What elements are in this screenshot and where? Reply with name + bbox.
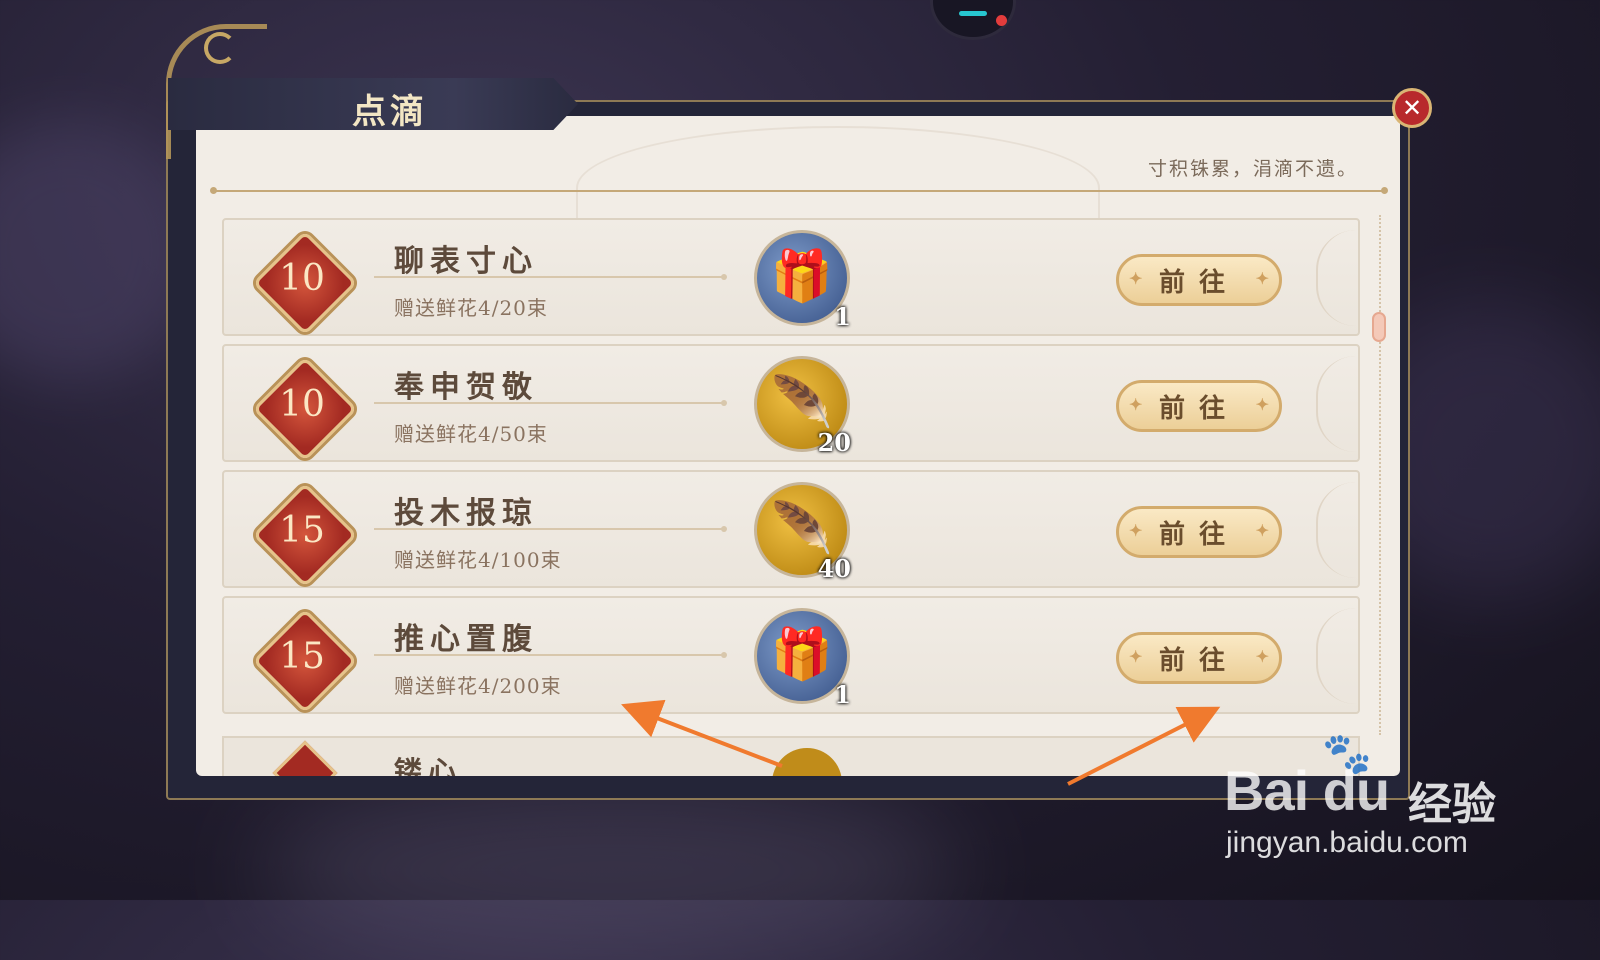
task-row-partial: 镂心... — [222, 736, 1360, 776]
points-badge: 10 — [252, 356, 358, 462]
row-divider — [374, 652, 727, 658]
task-row: 10 聊表寸心 赠送鲜花4/20束 🎁 1 前往 — [222, 218, 1360, 336]
reward-quantity: 20 — [817, 428, 851, 457]
reward-item[interactable]: 🪶 40 — [754, 482, 851, 583]
task-progress: 赠送鲜花4/200束 — [394, 674, 562, 698]
gold-feather-icon: 🪶 — [770, 499, 834, 557]
indicator-dash — [959, 11, 987, 16]
paw-icon: 🐾 — [1322, 731, 1372, 777]
go-button[interactable]: 前往 — [1116, 506, 1282, 558]
task-row: 10 奉申贺敬 赠送鲜花4/50束 🪶 20 前往 — [222, 344, 1360, 462]
row-ornament — [1316, 482, 1358, 578]
flower-bag-icon: 🎁 — [770, 625, 834, 683]
header-divider — [210, 187, 1388, 194]
row-divider — [374, 274, 727, 280]
flower-bag-icon: 🎁 — [770, 247, 834, 305]
task-progress: 赠送鲜花4/100束 — [394, 548, 562, 572]
row-ornament — [1316, 608, 1358, 704]
go-button[interactable]: 前往 — [1116, 380, 1282, 432]
reward-quantity: 1 — [834, 680, 851, 709]
badge-points: 15 — [279, 636, 325, 677]
task-row: 15 投木报琼 赠送鲜花4/100束 🪶 40 前往 — [222, 470, 1360, 588]
task-progress: 赠送鲜花4/20束 — [394, 296, 548, 320]
points-badge: 10 — [252, 230, 358, 336]
row-ornament — [1316, 230, 1358, 326]
task-name: 奉申贺敬 — [394, 370, 538, 405]
reward-item[interactable]: 🪶 20 — [754, 356, 851, 457]
notification-dot — [996, 15, 1007, 26]
row-divider — [374, 526, 727, 532]
reward-item[interactable]: 🎁 1 — [754, 230, 851, 331]
badge-points: 10 — [279, 258, 325, 299]
task-name: 推心置腹 — [394, 622, 538, 657]
task-progress: 赠送鲜花4/50束 — [394, 422, 548, 446]
background-blur — [260, 780, 960, 960]
close-icon: ✕ — [1401, 94, 1423, 122]
task-name: 镂心... — [394, 755, 510, 776]
scrollbar-thumb[interactable] — [1372, 312, 1386, 342]
watermark-url: jingyan.baidu.com — [1226, 826, 1468, 859]
points-badge: 15 — [252, 608, 358, 714]
watermark-suffix: 经验 — [1408, 779, 1496, 830]
task-row: 15 推心置腹 赠送鲜花4/200束 🎁 1 前往 — [222, 596, 1360, 714]
close-button[interactable]: ✕ — [1392, 88, 1432, 128]
gold-feather-icon — [772, 748, 842, 776]
badge-points: 15 — [279, 510, 325, 551]
reward-quantity: 40 — [817, 554, 851, 583]
scrollbar-track[interactable] — [1379, 215, 1383, 735]
go-button[interactable]: 前往 — [1116, 254, 1282, 306]
go-button[interactable]: 前往 — [1116, 632, 1282, 684]
task-name: 聊表寸心 — [394, 244, 538, 279]
moon-ornament-icon — [204, 32, 236, 64]
top-indicator — [930, 0, 1016, 40]
reward-item[interactable]: 🎁 1 — [754, 608, 851, 709]
row-ornament — [1316, 356, 1358, 452]
dialog-title: 点滴 — [352, 92, 428, 132]
badge-points: 10 — [279, 384, 325, 425]
gold-feather-icon: 🪶 — [770, 373, 834, 431]
task-name: 投木报琼 — [394, 496, 538, 531]
dialog-quote: 寸积铢累，涓滴不遗。 — [1148, 158, 1359, 180]
badge-diamond-icon — [272, 740, 338, 776]
row-divider — [374, 400, 727, 406]
reward-quantity: 1 — [834, 302, 851, 331]
points-badge: 15 — [252, 482, 358, 588]
